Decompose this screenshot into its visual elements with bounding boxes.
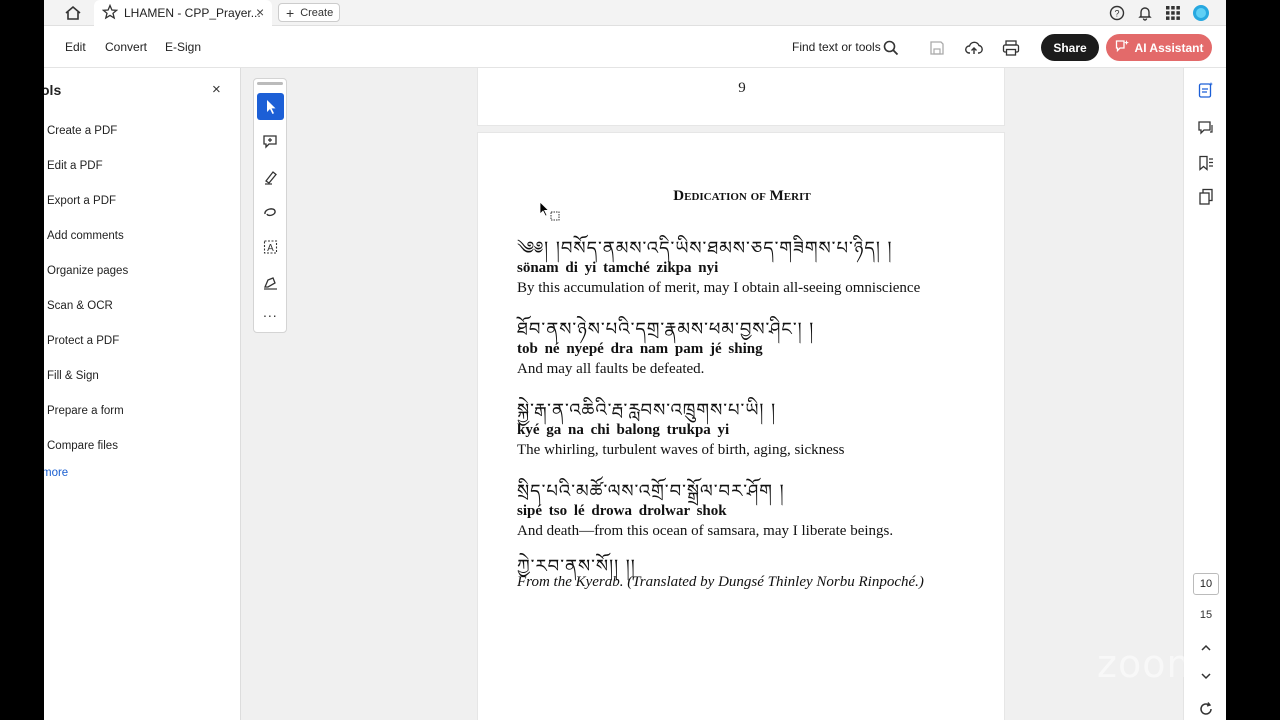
upload-cloud-icon[interactable] — [964, 38, 984, 58]
tool-add-comments[interactable]: Add comments — [47, 230, 124, 242]
tab-bar: LHAMEN - CPP_Prayer... × + Create ? — [44, 0, 1226, 26]
citation: From the Kyerab. (Translated by Dungsé T… — [517, 574, 924, 590]
more-tools-button[interactable]: ... — [263, 304, 278, 320]
tool-scan-ocr[interactable]: Scan & OCR — [47, 300, 113, 312]
verse-3-translation: The whirling, turbulent waves of birth, … — [517, 442, 845, 458]
svg-text:?: ? — [1114, 9, 1119, 19]
menu-esign[interactable]: E-Sign — [165, 40, 201, 54]
drag-handle[interactable] — [257, 82, 283, 85]
zoom-watermark: zoom — [1097, 642, 1205, 686]
avatar[interactable] — [1192, 4, 1210, 22]
tool-organize-pages[interactable]: Organize pages — [47, 265, 128, 277]
pdf-page-10: Dedication of Merit ༄༅། །བསོད་ནམས་འདི་ཡི… — [477, 132, 1005, 720]
home-icon[interactable] — [62, 3, 84, 23]
verse-1-transliteration: sönam di yi tamché zikpa nyi — [517, 260, 719, 276]
ai-summary-icon[interactable] — [1196, 80, 1216, 100]
pdf-page-9: 9 — [477, 68, 1005, 126]
apps-grid-icon[interactable] — [1164, 4, 1182, 22]
tool-protect-pdf[interactable]: Protect a PDF — [47, 335, 119, 347]
page-number: 9 — [738, 80, 746, 96]
tools-panel-title: ols — [44, 82, 62, 98]
create-button[interactable]: + Create — [278, 3, 340, 22]
ai-assistant-icon — [1115, 39, 1130, 56]
verse-1-translation: By this accumulation of merit, may I obt… — [517, 280, 921, 296]
add-comment-icon[interactable] — [257, 128, 284, 155]
document-canvas: A ... 9 Dedication of Merit ༄༅། །བསོད་ནམ… — [241, 68, 1183, 720]
rotate-icon[interactable] — [1196, 699, 1216, 719]
print-icon[interactable] — [1001, 38, 1021, 58]
search-icon[interactable] — [881, 38, 901, 58]
text-box-icon[interactable]: A — [257, 233, 284, 260]
sign-pen-icon[interactable] — [257, 268, 284, 295]
save-icon[interactable] — [927, 38, 947, 58]
tool-export-pdf[interactable]: Export a PDF — [47, 195, 116, 207]
find-text-or-tools[interactable]: Find text or tools — [792, 40, 881, 54]
right-rail: 10 15 — [1183, 68, 1226, 720]
current-page-input[interactable]: 10 — [1193, 573, 1219, 595]
svg-text:A: A — [267, 243, 274, 254]
ai-assistant-button[interactable]: AI Assistant — [1106, 34, 1212, 61]
mouse-cursor-icon — [539, 201, 563, 228]
verse-2-translation: And may all faults be defeated. — [517, 361, 705, 377]
section-heading: Dedication of Merit — [673, 188, 811, 204]
total-pages: 15 — [1199, 609, 1213, 621]
page-thumbnails-icon[interactable] — [1196, 187, 1216, 207]
menu-edit[interactable]: Edit — [65, 40, 86, 54]
tool-fill-sign[interactable]: Fill & Sign — [47, 370, 99, 382]
share-button[interactable]: Share — [1041, 34, 1099, 61]
document-tab[interactable]: LHAMEN - CPP_Prayer... × — [94, 0, 272, 26]
bookmarks-icon[interactable] — [1196, 153, 1216, 173]
comments-icon[interactable] — [1196, 118, 1216, 138]
quick-tools-bar: A ... — [253, 78, 287, 333]
close-panel-button[interactable]: × — [212, 81, 221, 98]
bell-icon[interactable] — [1136, 4, 1154, 22]
tool-create-pdf[interactable]: Create a PDF — [47, 125, 117, 137]
highlight-pen-icon[interactable] — [257, 163, 284, 190]
select-cursor-icon[interactable] — [257, 93, 284, 120]
tool-compare-files[interactable]: Compare files — [47, 440, 118, 452]
menu-convert[interactable]: Convert — [105, 40, 147, 54]
create-label: Create — [300, 6, 334, 19]
tool-prepare-form[interactable]: Prepare a form — [47, 405, 124, 417]
verse-4-translation: And death—from this ocean of samsara, ma… — [517, 523, 894, 539]
tool-edit-pdf[interactable]: Edit a PDF — [47, 160, 103, 172]
ai-assistant-label: AI Assistant — [1134, 40, 1204, 55]
acrobat-window: LHAMEN - CPP_Prayer... × + Create ? Edit… — [44, 0, 1226, 720]
tab-close-button[interactable]: × — [256, 5, 264, 19]
view-more-link[interactable]: more — [44, 467, 68, 479]
verse-3-transliteration: kyé ga na chi balong trukpa yi — [517, 422, 730, 438]
help-icon[interactable]: ? — [1108, 4, 1126, 22]
tab-title: LHAMEN - CPP_Prayer... — [124, 6, 261, 20]
main-toolbar: Edit Convert E-Sign Find text or tools S… — [44, 26, 1226, 68]
plus-icon: + — [286, 4, 295, 21]
draw-freehand-icon[interactable] — [257, 198, 284, 225]
verse-4-transliteration: sipé tso lé drowa drolwar shok — [517, 503, 727, 519]
verse-2-transliteration: tob né nyepé dra nam pam jé shing — [517, 341, 763, 357]
tools-panel: ols × Create a PDF Edit a PDF Export a P… — [44, 68, 241, 720]
star-icon[interactable] — [101, 3, 119, 20]
